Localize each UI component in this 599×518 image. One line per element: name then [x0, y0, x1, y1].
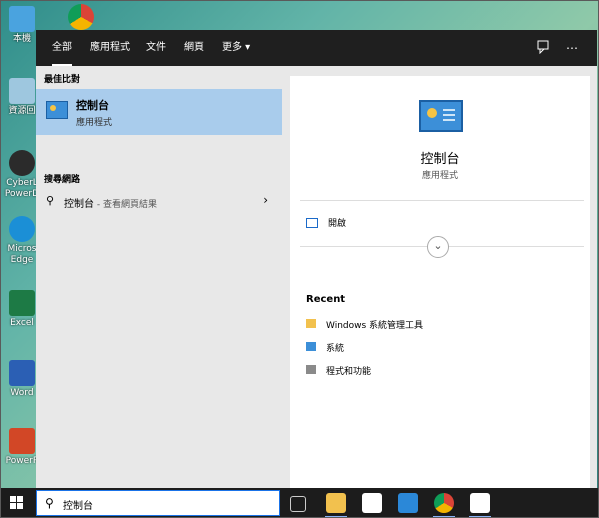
search-icon: ⚲	[46, 194, 55, 207]
powerpoint-icon	[9, 428, 35, 454]
folder-icon	[306, 319, 316, 328]
tab-apps[interactable]: 應用程式	[90, 30, 130, 66]
excel-icon	[9, 290, 35, 316]
search-menu: 全部 應用程式 文件 網頁 更多 ▾ ⋯ 最佳比對 控制台 應用程式 搜尋網路 …	[36, 30, 597, 488]
desktop-icon-cyberlink[interactable]: CyberL PowerD	[2, 150, 36, 200]
web-result-suffix: - 查看網頁結果	[94, 200, 157, 210]
web-result-query: 控制台	[64, 199, 94, 210]
desktop-icon-word[interactable]: Word	[2, 360, 36, 399]
control-panel-icon	[419, 100, 463, 132]
programs-features-icon	[306, 365, 316, 374]
recycle-bin-icon	[9, 78, 35, 104]
best-match-title: 控制台	[76, 99, 109, 112]
open-label: 開啟	[328, 219, 347, 229]
task-view-icon[interactable]	[290, 496, 306, 512]
chrome-desktop-icon[interactable]	[68, 4, 94, 30]
search-icon: ⚲	[45, 496, 54, 510]
desktop-icons: 本機 資源回 CyberL PowerD Micros Edge Excel W…	[0, 0, 36, 488]
desktop-icon-excel[interactable]: Excel	[2, 290, 36, 329]
windows-start-icon[interactable]	[10, 496, 24, 510]
best-match-subtitle: 應用程式	[76, 118, 113, 128]
store-icon[interactable]	[362, 493, 382, 513]
preview-title: 控制台	[420, 152, 460, 167]
open-icon	[306, 218, 318, 228]
best-match-result[interactable]: 控制台 應用程式	[36, 89, 282, 135]
search-web-heading: 搜尋網路	[44, 175, 81, 185]
desktop-icon-recycle-bin[interactable]: 資源回	[2, 78, 36, 117]
best-match-heading: 最佳比對	[44, 75, 81, 85]
search-query: 控制台	[63, 501, 93, 512]
tab-web[interactable]: 網頁	[184, 30, 204, 66]
taskbar-search-input[interactable]: ⚲ 控制台	[36, 490, 280, 516]
desktop-icon-edge[interactable]: Micros Edge	[2, 216, 36, 266]
web-result-row[interactable]: ⚲ 控制台 - 查看網頁結果 ›	[36, 190, 282, 214]
word-icon	[9, 360, 35, 386]
taskbar: ⚲ 控制台	[0, 488, 599, 518]
recent-heading: Recent	[306, 294, 346, 305]
desktop-icon-powerpoint[interactable]: PowerP	[2, 428, 36, 467]
results-pane: 最佳比對 控制台 應用程式 搜尋網路 ⚲ 控制台 - 查看網頁結果 ›	[36, 66, 282, 488]
chrome-icon[interactable]	[434, 493, 454, 513]
system-icon	[306, 342, 316, 351]
tab-documents[interactable]: 文件	[146, 30, 166, 66]
computer-icon	[9, 6, 35, 32]
divider	[300, 200, 584, 201]
tab-more[interactable]: 更多 ▾	[222, 30, 250, 66]
preview-pane: 控制台 應用程式 開啟 ⌄ Recent Windows 系統管理工具 系統 程…	[290, 76, 590, 488]
cyberlink-icon	[9, 150, 35, 176]
chevron-right-icon[interactable]: ›	[263, 193, 268, 207]
feedback-icon[interactable]	[536, 40, 552, 56]
control-panel-icon	[46, 101, 68, 119]
search-scope-bar: 全部 應用程式 文件 網頁 更多 ▾ ⋯	[36, 30, 597, 66]
edge-icon	[9, 216, 35, 242]
mail-icon[interactable]	[398, 493, 418, 513]
desktop-icon-this-pc[interactable]: 本機	[2, 6, 36, 45]
more-options-icon[interactable]: ⋯	[564, 40, 580, 56]
preview-subtitle: 應用程式	[421, 171, 458, 181]
app-icon[interactable]	[470, 493, 490, 513]
expand-chevron-icon[interactable]: ⌄	[427, 236, 449, 258]
file-explorer-icon[interactable]	[326, 493, 346, 513]
tab-all[interactable]: 全部	[52, 30, 72, 66]
